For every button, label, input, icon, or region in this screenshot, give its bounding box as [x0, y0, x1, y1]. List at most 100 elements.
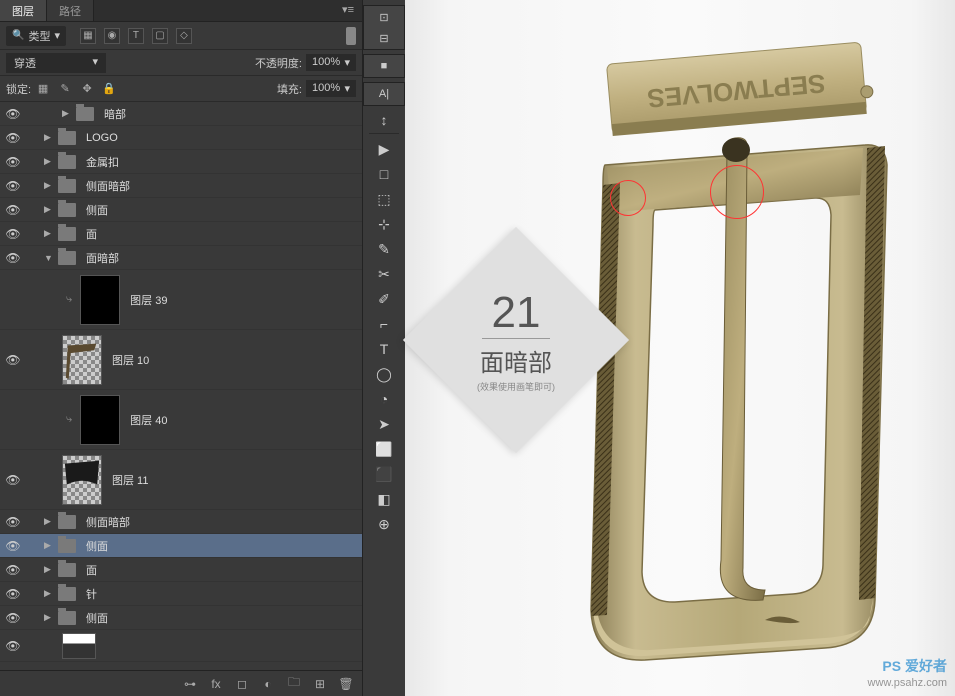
layer-group[interactable]: 👁 ▶ 侧面暗部: [0, 510, 362, 534]
layer-group-open[interactable]: 👁 ▼ 面暗部: [0, 246, 362, 270]
layer-group[interactable]: 👁 ▶ 面: [0, 558, 362, 582]
fill-input[interactable]: 100% ▾: [306, 80, 356, 97]
arrow-tool-icon[interactable]: ➤: [369, 412, 399, 436]
chevron-right-icon[interactable]: ▶: [44, 588, 54, 599]
chevron-right-icon[interactable]: ▶: [44, 516, 54, 527]
scissors-tool-icon[interactable]: ✂: [369, 262, 399, 286]
delete-layer-icon[interactable]: 🗑: [338, 676, 354, 692]
filter-text-icon[interactable]: T: [128, 28, 144, 44]
mask-mode-icon[interactable]: ◧: [369, 487, 399, 511]
visibility-toggle[interactable]: 👁: [4, 155, 22, 169]
ellipse-tool-icon[interactable]: ◯: [369, 362, 399, 386]
visibility-toggle[interactable]: 👁: [4, 179, 22, 193]
ruler-tool-icon[interactable]: ⌐: [369, 312, 399, 336]
visibility-toggle[interactable]: 👁: [4, 251, 22, 265]
pencil-tool-icon[interactable]: ✎: [369, 237, 399, 261]
layer-group[interactable]: 👁 ▶ 针: [0, 582, 362, 606]
visibility-toggle[interactable]: 👁: [4, 227, 22, 241]
layer-group[interactable]: 👁 ▶ 暗部: [0, 102, 362, 126]
visibility-toggle[interactable]: 👁: [4, 515, 22, 529]
filter-toggle[interactable]: [346, 27, 356, 45]
layer-group-selected[interactable]: 👁 ▶ 侧面: [0, 534, 362, 558]
visibility-toggle[interactable]: 👁: [4, 203, 22, 217]
layer-item[interactable]: 👁 图层 10: [0, 330, 362, 390]
panel-icon[interactable]: ⊡: [369, 7, 399, 27]
visibility-toggle[interactable]: 👁: [4, 107, 22, 121]
visibility-toggle[interactable]: 👁: [4, 539, 22, 553]
lock-brush-icon[interactable]: ✎: [57, 81, 73, 97]
chevron-right-icon[interactable]: ▶: [44, 612, 54, 623]
layer-group[interactable]: 👁 ▶ LOGO: [0, 126, 362, 150]
visibility-toggle[interactable]: 👁: [4, 131, 22, 145]
layers-panel: 图层 路径 ▾≡ 🔍 类型 ▾ ▦ ◉ T ▢ ◇: [0, 0, 362, 696]
lock-pixels-icon[interactable]: ▦: [35, 81, 51, 97]
blend-mode-select[interactable]: 穿透 ▾: [6, 53, 106, 73]
filter-kind-select[interactable]: 🔍 类型 ▾: [6, 26, 66, 46]
move-tool-icon[interactable]: ↕: [369, 110, 399, 134]
layer-tree[interactable]: 👁 ▶ 暗部 👁 ▶ LOGO 👁 ▶: [0, 102, 362, 670]
layer-group[interactable]: 👁 ▶ 金属扣: [0, 150, 362, 174]
layer-group[interactable]: 👁 ▶ 侧面: [0, 198, 362, 222]
fill-label: 填充:: [277, 81, 302, 97]
layer-name: 图层 10: [112, 352, 149, 368]
opacity-input[interactable]: 100% ▾: [306, 54, 356, 71]
layer-item[interactable]: 👁 ⤷ 图层 40: [0, 390, 362, 450]
visibility-toggle[interactable]: 👁: [4, 413, 22, 427]
chevron-right-icon[interactable]: ▶: [44, 132, 54, 143]
visibility-toggle[interactable]: 👁: [4, 353, 22, 367]
chevron-right-icon[interactable]: ▶: [44, 180, 54, 191]
layer-group[interactable]: 👁 ▶ 侧面暗部: [0, 174, 362, 198]
layer-fx-icon[interactable]: fx: [208, 676, 224, 692]
visibility-toggle[interactable]: 👁: [4, 563, 22, 577]
panel-menu-icon[interactable]: ▾≡: [334, 0, 362, 21]
filter-adjust-icon[interactable]: ◉: [104, 28, 120, 44]
type-tool-icon[interactable]: T: [369, 337, 399, 361]
new-group-icon[interactable]: 🗀: [286, 676, 302, 692]
lock-all-icon[interactable]: 🔒: [101, 81, 117, 97]
play-tool-icon[interactable]: ▶: [369, 137, 399, 161]
lock-position-icon[interactable]: ✥: [79, 81, 95, 97]
chevron-right-icon[interactable]: ▶: [44, 228, 54, 239]
layer-group[interactable]: 👁 ▶ 面: [0, 222, 362, 246]
layer-thumbnail: [80, 275, 120, 325]
chevron-down-icon[interactable]: ▼: [44, 253, 54, 263]
folder-icon: [58, 179, 76, 193]
visibility-toggle[interactable]: 👁: [4, 587, 22, 601]
chevron-right-icon[interactable]: ▶: [62, 108, 72, 119]
chevron-right-icon[interactable]: ▶: [44, 564, 54, 575]
layer-name: 针: [86, 586, 97, 602]
panel-icon[interactable]: A|: [369, 84, 399, 104]
tab-paths[interactable]: 路径: [47, 0, 94, 21]
crop-tool-icon[interactable]: ⬚: [369, 187, 399, 211]
swatch-bg-icon[interactable]: ⬛: [369, 462, 399, 486]
filter-pixel-icon[interactable]: ▦: [80, 28, 96, 44]
filter-shape-icon[interactable]: ▢: [152, 28, 168, 44]
adjustment-layer-icon[interactable]: ◐: [260, 676, 276, 692]
chevron-down-icon: ▾: [344, 56, 350, 69]
swatch-fg-icon[interactable]: ⬜: [369, 437, 399, 461]
visibility-toggle[interactable]: 👁: [4, 473, 22, 487]
layer-mask-icon[interactable]: ◻: [234, 676, 250, 692]
visibility-toggle[interactable]: 👁: [4, 293, 22, 307]
filter-smart-icon[interactable]: ◇: [176, 28, 192, 44]
layer-item[interactable]: 👁 ⤷ 图层 39: [0, 270, 362, 330]
chevron-right-icon[interactable]: ▶: [44, 204, 54, 215]
tab-layers[interactable]: 图层: [0, 0, 47, 21]
panel-icon[interactable]: ⊟: [369, 28, 399, 48]
eyedropper-tool-icon[interactable]: ✐: [369, 287, 399, 311]
panel-icon[interactable]: ■: [369, 56, 399, 76]
chevron-right-icon[interactable]: ▶: [44, 156, 54, 167]
marquee-tool-icon[interactable]: □: [369, 162, 399, 186]
new-layer-icon[interactable]: ⊞: [312, 676, 328, 692]
chevron-right-icon[interactable]: ▶: [44, 540, 54, 551]
layer-group[interactable]: 👁 ▶ 侧面: [0, 606, 362, 630]
heal-tool-icon[interactable]: ⊹: [369, 212, 399, 236]
screen-mode-icon[interactable]: ⊕: [369, 512, 399, 536]
visibility-toggle[interactable]: 👁: [4, 639, 22, 653]
layer-item[interactable]: 👁 图层 11: [0, 450, 362, 510]
link-layers-icon[interactable]: ⊶: [182, 676, 198, 692]
layer-item[interactable]: 👁: [0, 630, 362, 662]
visibility-toggle[interactable]: 👁: [4, 611, 22, 625]
lock-label: 锁定:: [6, 81, 31, 97]
pie-tool-icon[interactable]: ◔: [369, 387, 399, 411]
